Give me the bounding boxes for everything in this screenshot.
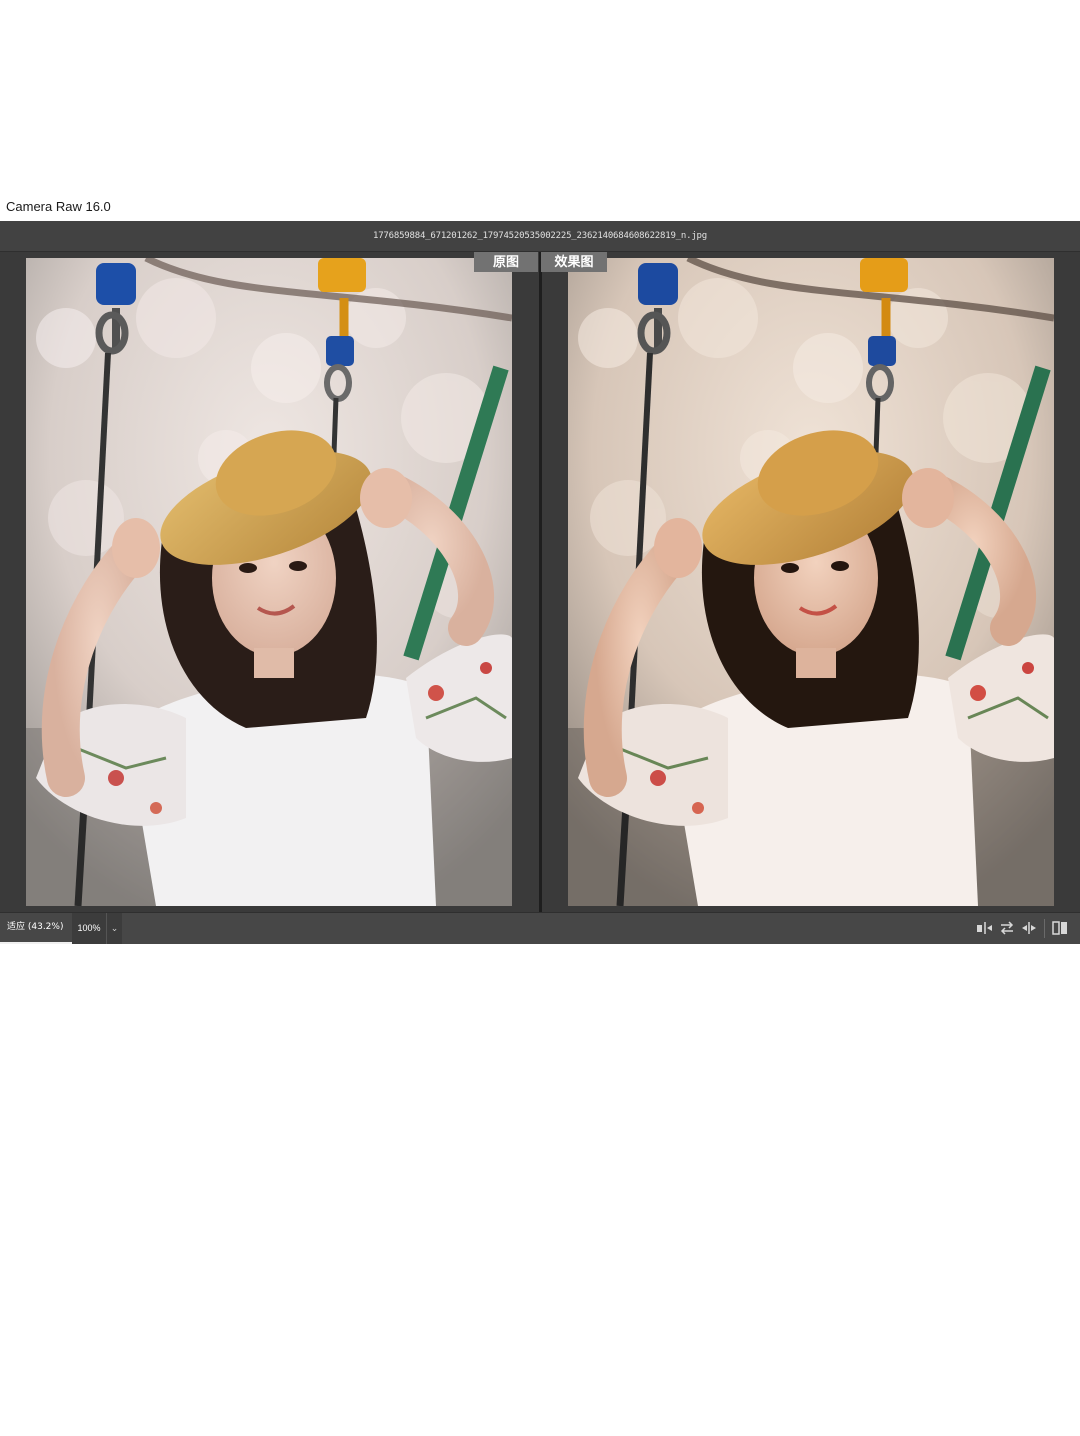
app-title: Camera Raw 16.0 [6,199,111,214]
toggle-view-mode-icon[interactable] [1051,920,1069,936]
before-label: 原图 [474,252,538,272]
preview-canvas[interactable]: 原图 效果图 [0,252,1080,912]
window-titlebar: 1776859884_671201262_17974520535002225_2… [0,221,1080,252]
before-photo [26,258,512,906]
compare-divider[interactable] [539,252,542,912]
copy-after-to-before-icon[interactable] [1020,920,1038,936]
after-photo [568,258,1054,906]
chevron-down-icon: ⌄ [110,923,119,933]
status-bar: 适应 (43.2%) 100% ⌄ [0,912,1080,944]
zoom-100-button[interactable]: 100% [72,913,106,944]
file-name: 1776859884_671201262_17974520535002225_2… [373,231,707,241]
toolbar-separator [1044,919,1045,938]
camera-raw-window: 1776859884_671201262_17974520535002225_2… [0,221,1080,944]
copy-settings-icon[interactable] [998,920,1016,936]
after-label: 效果图 [541,252,607,272]
swap-before-after-icon[interactable] [976,920,994,936]
zoom-fit-button[interactable]: 适应 (43.2%) [0,913,72,944]
zoom-dropdown[interactable]: ⌄ [106,913,122,944]
